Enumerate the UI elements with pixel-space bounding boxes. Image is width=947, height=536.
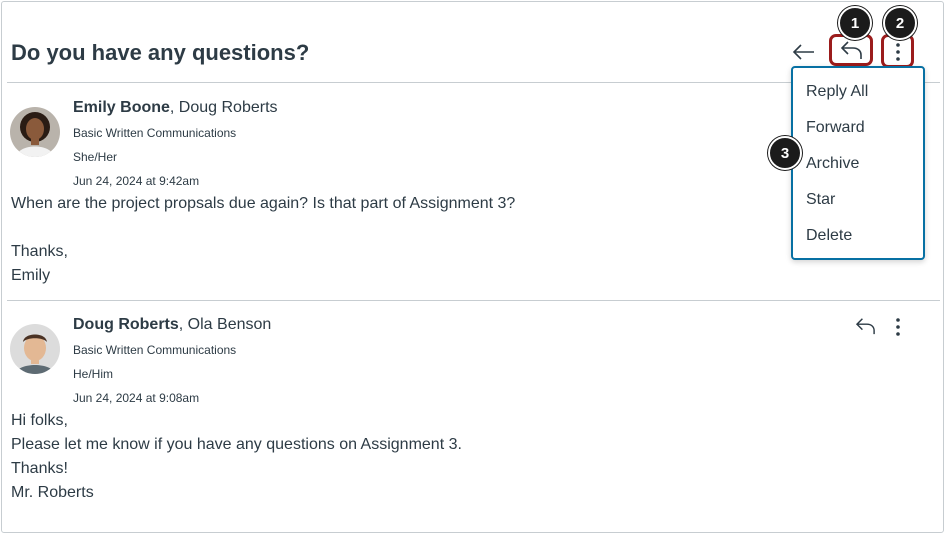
reply-icon [841,41,862,59]
menu-item-star[interactable]: Star [806,191,835,209]
message-body-line: Emily [11,267,51,284]
sender-name: Emily Boone [73,99,170,116]
message-date: Jun 24, 2024 at 9:08am [73,391,200,405]
menu-item-archive[interactable]: Archive [806,155,859,173]
message-body-line: Thanks! [11,460,68,477]
message-body-line: Hi folks, [11,412,68,429]
menu-item-forward[interactable]: Forward [806,119,865,137]
sender-name: Doug Roberts [73,316,179,333]
more-options-menu: Reply All Forward Archive Star Delete [791,66,925,260]
reply-icon[interactable] [856,317,876,335]
conversation-title: Do you have any questions? [11,40,310,65]
callout-badge-1: 1 [838,6,872,40]
course-name: Basic Written Communications [73,126,237,140]
pronouns: He/Him [73,367,114,381]
menu-item-reply-all[interactable]: Reply All [806,83,868,101]
recipients: , Doug Roberts [169,99,278,116]
arrow-left-icon[interactable] [792,40,816,64]
message-divider [7,300,940,301]
sender-line: Doug Roberts, Ola Benson [73,316,271,334]
avatar [10,107,60,157]
more-vertical-icon [896,43,900,61]
message-body-line: Thanks, [11,243,68,260]
recipients: , Ola Benson [178,316,272,333]
message-date: Jun 24, 2024 at 9:42am [73,174,200,188]
callout-badge-3: 3 [768,136,802,170]
pronouns: She/Her [73,150,118,164]
message-body-line: Please let me know if you have any quest… [11,436,462,453]
avatar [10,324,60,374]
menu-item-delete[interactable]: Delete [806,227,852,245]
sender-line: Emily Boone, Doug Roberts [73,99,278,117]
message-body-line: Mr. Roberts [11,484,94,501]
course-name: Basic Written Communications [73,343,237,357]
message-body-line: When are the project propsals due again?… [11,195,516,212]
callout-badge-2: 2 [883,6,917,40]
more-vertical-icon[interactable] [893,317,903,337]
